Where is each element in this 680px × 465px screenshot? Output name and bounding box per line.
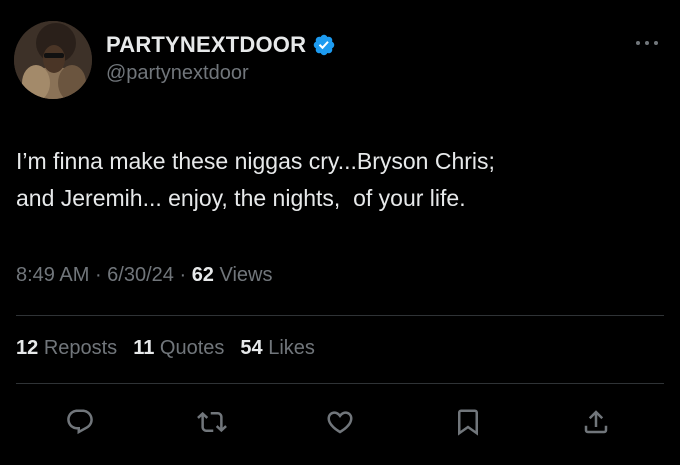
action-bar bbox=[0, 404, 680, 444]
likes-stat[interactable]: 54 Likes bbox=[240, 337, 315, 360]
reposts-count: 12 bbox=[16, 337, 39, 359]
tweet-date[interactable]: 6/30/24 bbox=[107, 264, 174, 287]
meta-separator: · bbox=[89, 264, 108, 286]
meta-separator: · bbox=[173, 264, 192, 286]
likes-count: 54 bbox=[240, 337, 263, 359]
views-count: 62 bbox=[191, 264, 214, 286]
tweet-time[interactable]: 8:49 AM bbox=[16, 264, 89, 287]
divider bbox=[16, 315, 664, 316]
like-icon bbox=[327, 411, 353, 434]
author-display-name[interactable]: PARTYNEXTDOOR bbox=[106, 32, 306, 58]
share-icon bbox=[584, 410, 608, 434]
reposts-label: Reposts bbox=[43, 337, 118, 359]
like-button[interactable] bbox=[322, 404, 358, 440]
repost-icon bbox=[197, 411, 227, 433]
quotes-count: 11 bbox=[133, 337, 155, 359]
repost-button[interactable] bbox=[194, 404, 230, 440]
reply-button[interactable] bbox=[62, 404, 98, 440]
likes-label: Likes bbox=[268, 337, 315, 359]
author-name-row: PARTYNEXTDOOR bbox=[106, 31, 336, 59]
avatar[interactable] bbox=[14, 21, 92, 99]
tweet-text: I’m finna make these niggas cry...Bryson… bbox=[16, 148, 495, 211]
reposts-stat[interactable]: 12 Reposts bbox=[16, 337, 117, 360]
divider bbox=[16, 383, 664, 384]
avatar-image bbox=[14, 21, 92, 99]
author-handle[interactable]: @partynextdoor bbox=[106, 62, 249, 85]
reply-icon bbox=[67, 409, 93, 435]
tweet-metadata: 8:49 AM · 6/30/24 · 62 Views bbox=[16, 264, 273, 287]
bookmark-button[interactable] bbox=[450, 404, 486, 440]
quotes-stat[interactable]: 11 Quotes bbox=[133, 337, 224, 360]
verified-badge-icon[interactable] bbox=[312, 33, 336, 57]
more-options-icon[interactable] bbox=[632, 34, 662, 52]
quotes-label: Quotes bbox=[159, 337, 225, 359]
share-button[interactable] bbox=[578, 404, 614, 440]
bookmark-icon bbox=[458, 409, 478, 436]
engagement-stats: 12 Reposts 11 Quotes 54 Likes bbox=[16, 337, 331, 360]
views-label: Views bbox=[219, 264, 273, 286]
tweet-card: PARTYNEXTDOOR @partynextdoor I’m finna m… bbox=[0, 0, 680, 465]
